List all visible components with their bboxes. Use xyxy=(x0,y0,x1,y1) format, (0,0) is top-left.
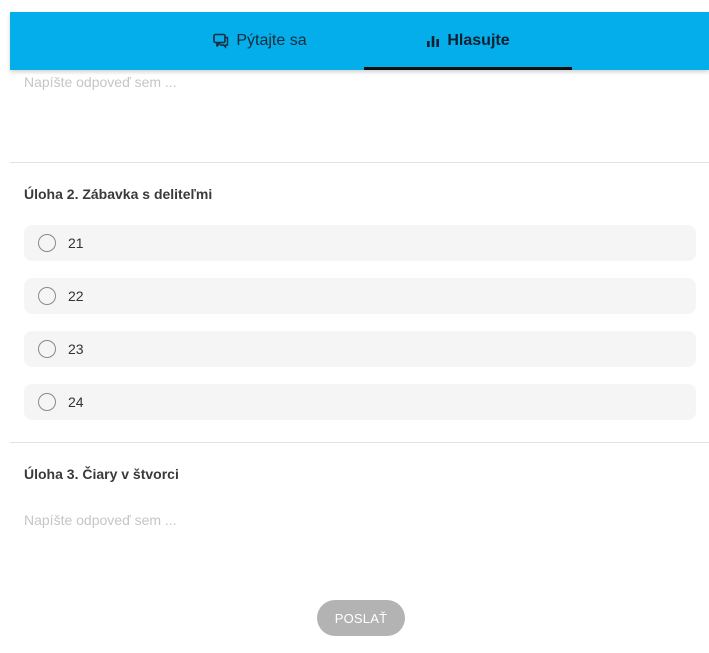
radio-button[interactable] xyxy=(38,340,56,358)
question-divider xyxy=(10,442,709,443)
bar-chart-icon xyxy=(426,34,440,48)
option-label: 21 xyxy=(68,235,84,251)
answer-input-question-3[interactable] xyxy=(24,508,684,532)
active-tab-indicator xyxy=(364,67,572,70)
left-gutter xyxy=(0,0,10,653)
tab-vote-label: Hlasujte xyxy=(447,32,510,49)
answer-option-1[interactable]: 21 xyxy=(24,225,696,261)
answer-option-4[interactable]: 24 xyxy=(24,384,696,420)
question-2-title: Úloha 2. Zábavka s deliteľmi xyxy=(24,186,213,202)
option-label: 22 xyxy=(68,288,84,304)
question-divider xyxy=(10,162,709,163)
question-3-title: Úloha 3. Čiary v štvorci xyxy=(24,466,179,482)
radio-button[interactable] xyxy=(38,287,56,305)
radio-button[interactable] xyxy=(38,393,56,411)
option-label: 23 xyxy=(68,341,84,357)
option-label: 24 xyxy=(68,394,84,410)
radio-button[interactable] xyxy=(38,234,56,252)
tab-ask[interactable]: Pýtajte sa xyxy=(156,12,364,70)
voting-app: Pýtajte sa Hlasujte Úloha 2. Zábavka s d… xyxy=(10,0,709,653)
chat-bubbles-icon xyxy=(213,33,229,49)
send-button[interactable]: POSLAŤ xyxy=(317,600,405,636)
top-tab-bar: Pýtajte sa Hlasujte xyxy=(10,12,709,70)
answer-option-2[interactable]: 22 xyxy=(24,278,696,314)
tab-vote[interactable]: Hlasujte xyxy=(364,12,572,70)
answer-input-question-1[interactable] xyxy=(24,70,684,94)
answer-option-3[interactable]: 23 xyxy=(24,331,696,367)
tab-ask-label: Pýtajte sa xyxy=(236,32,307,49)
